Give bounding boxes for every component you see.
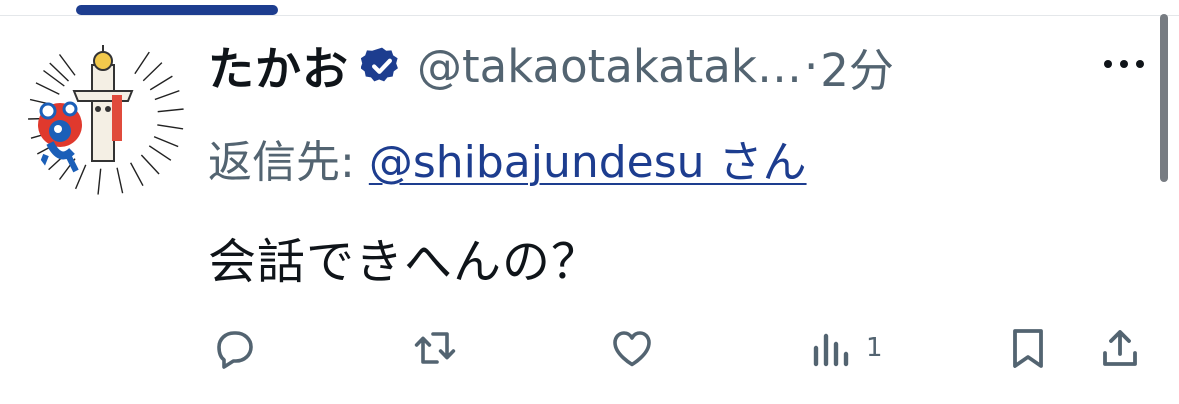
- display-name[interactable]: たかお: [208, 33, 349, 99]
- scrollbar[interactable]: [1160, 14, 1168, 182]
- reply-label: 返信先:: [208, 137, 355, 188]
- more-options-icon[interactable]: [1100, 44, 1148, 84]
- active-tab-indicator: [76, 5, 278, 15]
- user-handle[interactable]: @takaotakatak…: [417, 40, 802, 93]
- tweet-text: 会話できへんの？: [208, 234, 601, 290]
- share-icon: [1096, 324, 1144, 372]
- reply-button[interactable]: [210, 318, 258, 378]
- top-divider: [0, 15, 1179, 16]
- action-bar: 1: [0, 318, 1179, 378]
- bookmark-button[interactable]: [1006, 318, 1050, 378]
- retweet-icon: [410, 324, 460, 372]
- avatar[interactable]: [28, 39, 184, 195]
- like-button[interactable]: [608, 318, 656, 378]
- reply-context: 返信先: @shibajundesu さん: [208, 126, 807, 190]
- reply-icon: [210, 324, 258, 372]
- separator-dot: ·: [803, 39, 819, 93]
- bookmark-icon: [1006, 324, 1050, 372]
- verified-badge-icon: [361, 45, 403, 87]
- tweet-header: たかお @takaotakatak… · 2分: [208, 34, 894, 98]
- views-count: 1: [866, 333, 883, 363]
- views-icon: [810, 324, 854, 372]
- retweet-button[interactable]: [410, 318, 460, 378]
- reply-to-link[interactable]: @shibajundesu さん: [369, 126, 807, 190]
- like-icon: [608, 324, 656, 372]
- views-button[interactable]: 1: [810, 318, 883, 378]
- post-time[interactable]: 2分: [820, 34, 894, 99]
- avatar-image: [28, 39, 184, 195]
- share-button[interactable]: [1096, 318, 1144, 378]
